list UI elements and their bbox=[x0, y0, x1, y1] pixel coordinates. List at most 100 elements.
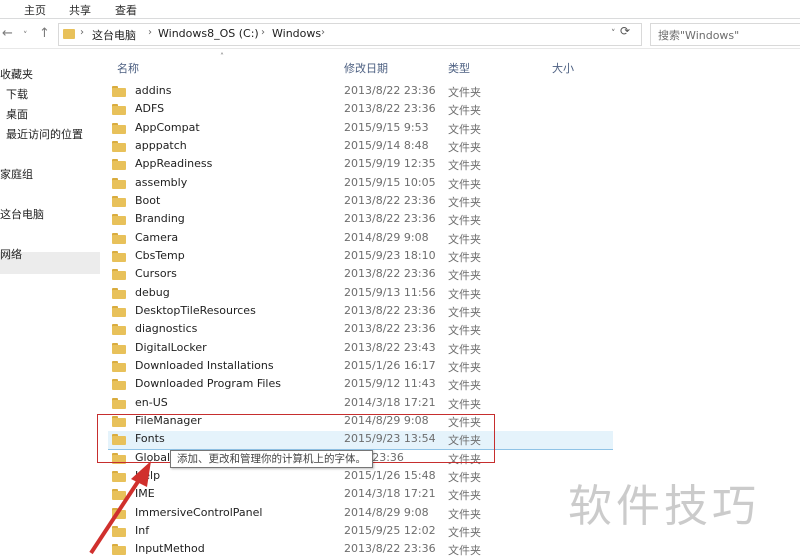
refresh-icon[interactable]: ⟳ bbox=[620, 24, 630, 38]
folder-icon bbox=[112, 305, 126, 317]
file-type: 文件夹 bbox=[448, 544, 481, 558]
folder-icon bbox=[112, 360, 126, 372]
file-type: 文件夹 bbox=[448, 287, 481, 301]
file-row[interactable]: Boot 2013/8/22 23:36 文件夹 bbox=[108, 193, 708, 211]
folder-icon bbox=[112, 397, 126, 409]
folder-icon bbox=[112, 324, 126, 336]
file-type: 文件夹 bbox=[448, 214, 481, 228]
sidebar-item-network[interactable]: 网络 bbox=[0, 246, 22, 264]
file-row[interactable]: en-US 2014/3/18 17:21 文件夹 bbox=[108, 395, 708, 413]
file-name: Boot bbox=[135, 193, 161, 207]
folder-icon bbox=[112, 342, 126, 354]
file-date: 2013/8/22 23:36 bbox=[344, 84, 436, 97]
sidebar-item-recent[interactable]: 最近访问的位置 bbox=[6, 126, 83, 144]
file-row[interactable]: Downloaded Installations 2015/1/26 16:17 文… bbox=[108, 358, 708, 376]
file-row[interactable]: debug 2015/9/13 11:56 文件夹 bbox=[108, 285, 708, 303]
file-date: 2014/3/18 17:21 bbox=[344, 487, 436, 501]
watermark: 软件技巧 bbox=[568, 481, 760, 532]
chevron-right-icon: › bbox=[321, 27, 325, 38]
file-type: 文件夹 bbox=[448, 489, 481, 503]
file-date: 2013/8/22 23:36 bbox=[344, 102, 436, 116]
file-date: 2013/8/22 23:43 bbox=[344, 340, 436, 354]
search-input[interactable]: 搜索"Windows" bbox=[650, 23, 800, 46]
column-header-size[interactable]: 大小 bbox=[552, 60, 574, 76]
file-name: CbsTemp bbox=[135, 248, 185, 262]
ribbon-tab-bar: 主页 共享 查看 bbox=[0, 0, 800, 19]
file-row[interactable]: Downloaded Program Files 2015/9/12 11:43 文… bbox=[108, 376, 708, 394]
address-bar-row: ← ˅ ↑ › 这台电脑 › Windows8_OS (C:) › Window… bbox=[0, 20, 800, 49]
file-row[interactable]: addins 2013/8/22 23:36 文件夹 bbox=[108, 83, 708, 101]
file-row[interactable]: apppatch 2015/9/14 8:48 文件夹 bbox=[108, 138, 708, 156]
file-date: 2013/8/22 23:36 bbox=[344, 322, 436, 336]
file-type: 文件夹 bbox=[448, 360, 481, 374]
sidebar-item-desktop[interactable]: 桌面 bbox=[6, 106, 28, 124]
file-type: 文件夹 bbox=[448, 159, 481, 173]
file-row[interactable]: ADFS 2013/8/22 23:36 文件夹 bbox=[108, 101, 708, 119]
file-row[interactable]: InputMethod 2013/8/22 23:36 文件夹 bbox=[108, 541, 708, 559]
chevron-down-icon[interactable]: ˅ bbox=[23, 28, 28, 44]
file-type: 文件夹 bbox=[448, 140, 481, 154]
file-date: 2013/8/22 23:36 bbox=[344, 212, 436, 226]
column-header-date[interactable]: 修改日期 bbox=[344, 60, 388, 76]
sidebar-item-downloads[interactable]: 下载 bbox=[6, 86, 28, 104]
tab-view[interactable]: 查看 bbox=[115, 2, 137, 18]
file-name: Downloaded Installations bbox=[135, 358, 274, 372]
folder-icon bbox=[112, 122, 126, 134]
file-date: 2014/8/29 9:08 bbox=[344, 230, 429, 244]
file-row[interactable]: AppReadiness 2015/9/19 12:35 文件夹 bbox=[108, 156, 708, 174]
file-type: 文件夹 bbox=[448, 379, 481, 393]
file-name: debug bbox=[135, 285, 170, 299]
sidebar-item-this-pc[interactable]: 这台电脑 bbox=[0, 206, 44, 224]
column-header-name[interactable]: 名称 bbox=[117, 60, 139, 76]
file-row[interactable]: Cursors 2013/8/22 23:36 文件夹 bbox=[108, 266, 708, 284]
file-row[interactable]: assembly 2015/9/15 10:05 文件夹 bbox=[108, 175, 708, 193]
tab-share[interactable]: 共享 bbox=[69, 2, 91, 18]
file-type: 文件夹 bbox=[448, 177, 481, 191]
up-arrow-icon[interactable]: ↑ bbox=[39, 26, 50, 42]
file-name: Branding bbox=[135, 212, 185, 226]
sidebar-item-homegroup[interactable]: 家庭组 bbox=[0, 166, 33, 184]
file-name: AppCompat bbox=[135, 120, 200, 134]
folder-icon bbox=[112, 232, 126, 244]
file-type: 文件夹 bbox=[448, 305, 481, 319]
file-type: 文件夹 bbox=[448, 232, 481, 246]
file-row[interactable]: CbsTemp 2015/9/23 18:10 文件夹 bbox=[108, 248, 708, 266]
file-date: 2015/9/25 12:02 bbox=[344, 523, 436, 537]
file-date: 2015/9/14 8:48 bbox=[344, 138, 429, 152]
tooltip: 添加、更改和管理你的计算机上的字体。 bbox=[170, 450, 373, 468]
file-name: assembly bbox=[135, 175, 188, 189]
column-header-type[interactable]: 类型 bbox=[448, 60, 470, 76]
back-arrow-icon[interactable]: ← bbox=[2, 26, 13, 42]
file-row[interactable]: DigitalLocker 2013/8/22 23:43 文件夹 bbox=[108, 340, 708, 358]
file-date: 2013/8/22 23:36 bbox=[344, 193, 436, 207]
file-type: 文件夹 bbox=[448, 397, 481, 411]
file-row[interactable]: AppCompat 2015/9/15 9:53 文件夹 bbox=[108, 120, 708, 138]
file-row[interactable]: Branding 2013/8/22 23:36 文件夹 bbox=[108, 211, 708, 229]
file-row[interactable]: diagnostics 2013/8/22 23:36 文件夹 bbox=[108, 321, 708, 339]
tab-home[interactable]: 主页 bbox=[24, 2, 46, 18]
folder-icon bbox=[112, 177, 126, 189]
file-row[interactable]: DesktopTileResources 2013/8/22 23:36 文件夹 bbox=[108, 303, 708, 321]
file-date: 2013/8/22 23:36 bbox=[344, 303, 436, 317]
sidebar-item-favorites[interactable]: 收藏夹 bbox=[0, 66, 33, 84]
folder-icon bbox=[112, 287, 126, 299]
breadcrumb-c-drive[interactable]: Windows8_OS (C:) bbox=[158, 27, 259, 40]
file-name: AppReadiness bbox=[135, 157, 213, 171]
file-date: 2013/8/22 23:36 bbox=[344, 542, 436, 556]
file-type: 文件夹 bbox=[448, 324, 481, 338]
search-placeholder: 搜索"Windows" bbox=[658, 29, 740, 42]
file-type: 文件夹 bbox=[448, 86, 481, 99]
file-name: Camera bbox=[135, 230, 179, 244]
folder-icon bbox=[112, 250, 126, 262]
file-date: 2015/1/26 15:48 bbox=[344, 468, 436, 482]
file-date: 2015/9/13 11:56 bbox=[344, 285, 436, 299]
address-field[interactable]: › 这台电脑 › Windows8_OS (C:) › Windows › ˅ bbox=[58, 23, 642, 46]
folder-icon bbox=[112, 195, 126, 207]
chevron-right-icon: › bbox=[261, 27, 265, 38]
breadcrumb-this-pc[interactable]: 这台电脑 bbox=[92, 27, 136, 43]
chevron-down-icon[interactable]: ˅ bbox=[611, 29, 616, 39]
file-type: 文件夹 bbox=[448, 525, 481, 539]
breadcrumb-windows[interactable]: Windows bbox=[272, 27, 321, 40]
file-row[interactable]: Camera 2014/8/29 9:08 文件夹 bbox=[108, 230, 708, 248]
chevron-right-icon: › bbox=[80, 27, 84, 38]
